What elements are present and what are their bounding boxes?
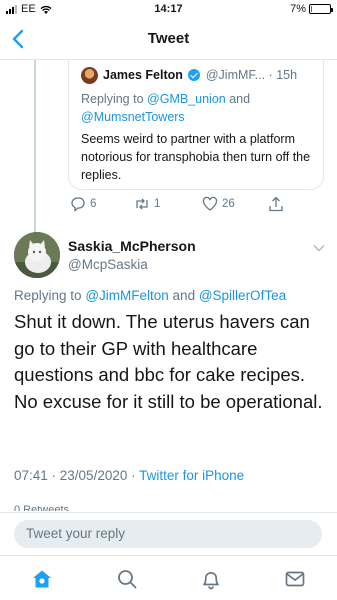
- author-handle[interactable]: @McpSaskia: [68, 257, 148, 272]
- avatar[interactable]: [14, 232, 60, 278]
- reply-button[interactable]: 6: [70, 196, 96, 212]
- nav-bar: Tweet: [0, 20, 337, 60]
- retweets-count-partial: 0 Retweets: [14, 505, 70, 511]
- tab-notifications[interactable]: [200, 568, 222, 590]
- like-button[interactable]: 26: [202, 196, 235, 212]
- chevron-down-icon[interactable]: [313, 244, 325, 252]
- battery-fill: [311, 6, 313, 12]
- like-count: 26: [222, 198, 235, 210]
- retweet-button[interactable]: 1: [134, 196, 160, 212]
- avatar[interactable]: [81, 67, 98, 84]
- parent-tweet-card[interactable]: James Felton @JimMF... · 15h Replying to…: [68, 60, 324, 190]
- notifications-icon: [203, 572, 219, 590]
- replying-prefix: Replying to: [14, 288, 82, 303]
- tab-messages[interactable]: [284, 568, 306, 590]
- battery-percent: 7%: [290, 3, 306, 15]
- status-time: 14:17: [154, 3, 183, 15]
- tab-search[interactable]: [116, 568, 138, 590]
- verified-badge-icon: [188, 69, 201, 81]
- mention-link[interactable]: @MumsnetTowers: [81, 110, 185, 124]
- tweet-datetime: 07:41 · 23/05/2020 ·: [14, 468, 136, 483]
- tweet-source-link[interactable]: Twitter for iPhone: [139, 468, 244, 483]
- home-icon: [33, 570, 51, 588]
- heart-icon: [202, 196, 218, 211]
- messages-icon: [285, 571, 305, 587]
- share-icon: [269, 196, 283, 212]
- replying-to: Replying to @JimMFelton and @SpillerOfTe…: [14, 288, 286, 303]
- author-name[interactable]: Saskia_McPherson: [68, 238, 196, 254]
- tweet-meta: 07:41 · 23/05/2020 · Twitter for iPhone: [14, 468, 244, 483]
- tab-home[interactable]: [31, 568, 53, 590]
- mention-link[interactable]: @SpillerOfTea: [199, 288, 286, 303]
- battery-icon: [309, 4, 333, 14]
- reply-count: 6: [90, 198, 97, 210]
- cat-avatar-image: [14, 232, 60, 278]
- replying-prefix: Replying to: [81, 92, 144, 106]
- tab-bar: [0, 555, 337, 600]
- retweet-count: 1: [154, 198, 161, 210]
- parent-author-handle: @JimMF...: [205, 68, 266, 82]
- share-button[interactable]: [268, 196, 284, 212]
- parent-author-name[interactable]: James Felton: [103, 68, 183, 82]
- reply-icon: [71, 197, 85, 212]
- status-bar: EE 14:17 7%: [0, 0, 337, 20]
- connector: and: [229, 92, 251, 106]
- thread-line: [34, 60, 36, 235]
- parent-tweet-actions: 6 1 26: [68, 196, 298, 216]
- status-right: 7%: [290, 3, 333, 15]
- parent-replying-to: Replying to @GMB_union and @MumsnetTower…: [81, 90, 316, 126]
- search-icon: [118, 570, 137, 589]
- connector: and: [172, 288, 196, 303]
- parent-tweet-header: James Felton @JimMF... · 15h: [103, 68, 297, 82]
- reply-input[interactable]: Tweet your reply: [14, 520, 322, 548]
- tweet-text: Shut it down. The uterus havers can go t…: [14, 311, 323, 412]
- page-title: Tweet: [147, 30, 190, 47]
- mention-link[interactable]: @GMB_union: [147, 92, 226, 106]
- parent-tweet-time: 15h: [276, 68, 298, 82]
- retweet-icon: [136, 198, 148, 210]
- mention-link[interactable]: @JimMFelton: [85, 288, 168, 303]
- separator-dot: ·: [268, 68, 273, 82]
- parent-tweet-text: Seems weird to partner with a platform n…: [81, 132, 311, 182]
